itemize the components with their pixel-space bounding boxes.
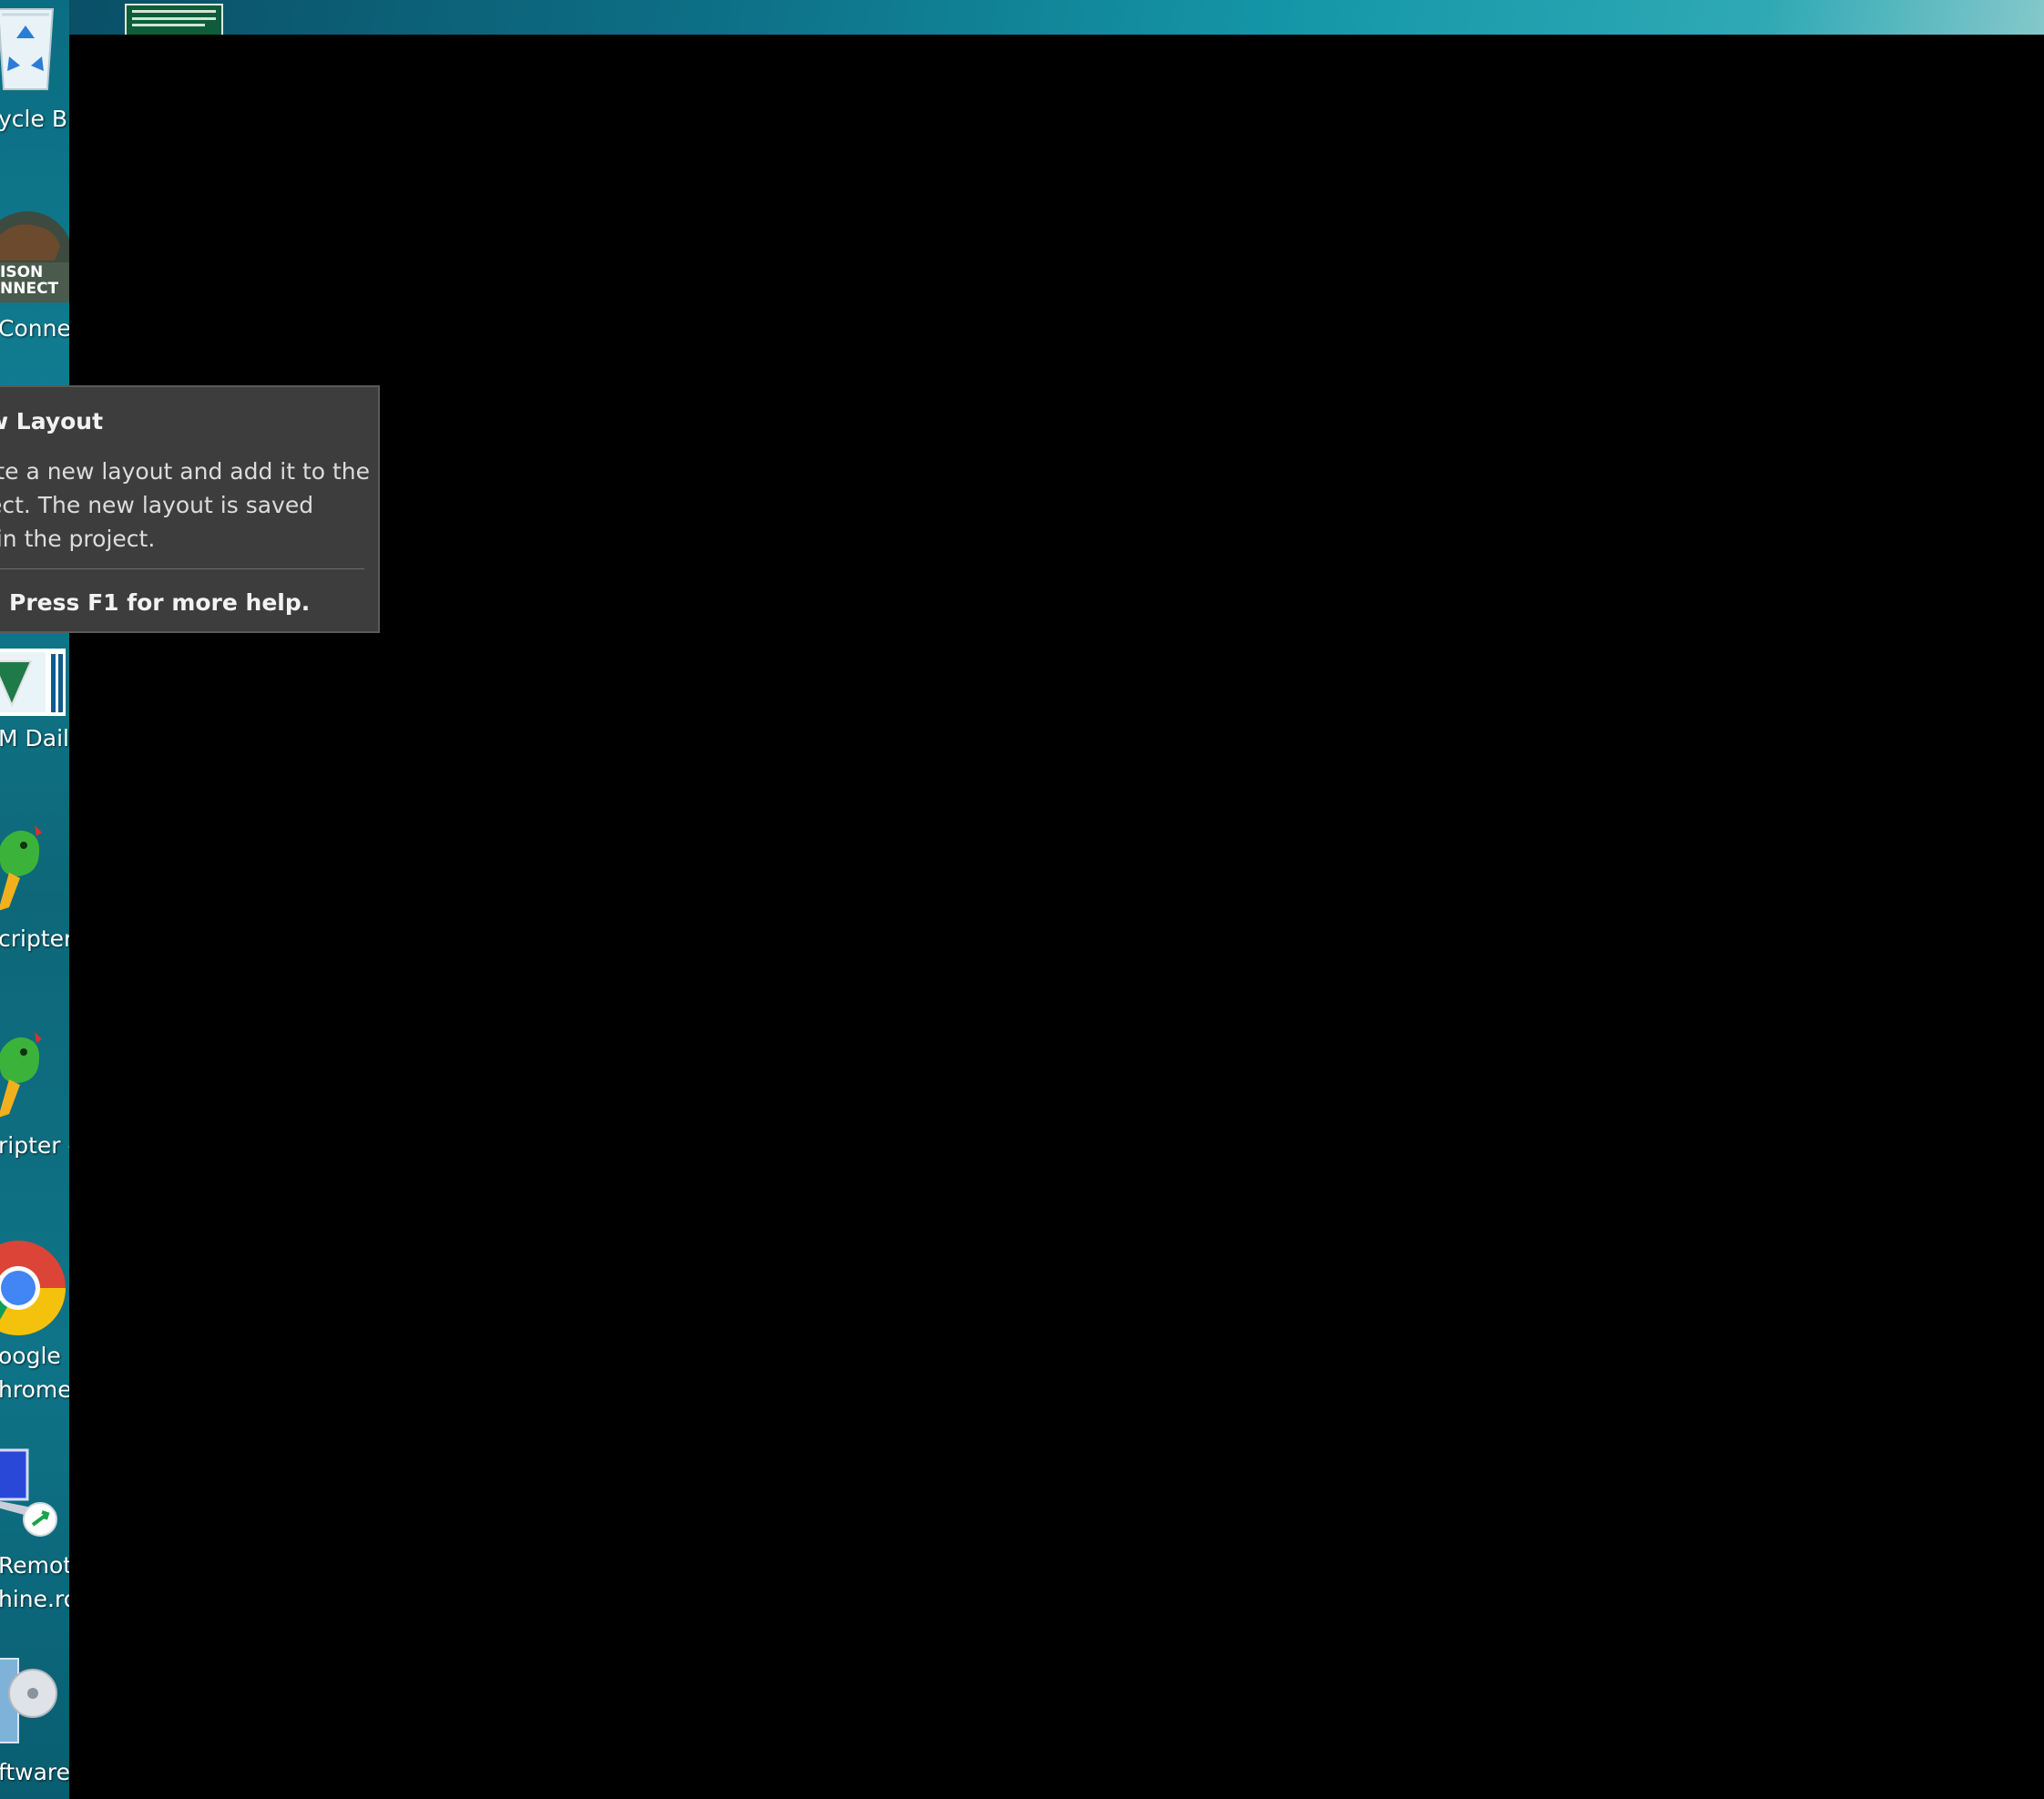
desktop-background: { "desktop": { "icons": [ {"name": "recy…	[0, 0, 2044, 1799]
bison-logo-text: NNECT	[0, 280, 59, 298]
tooltip-description: ate a new layout and add it to the ject.…	[0, 455, 373, 556]
desktop-icon-label: ripter -	[0, 1132, 69, 1159]
desktop-icon-label: Remote	[0, 1552, 69, 1579]
tooltip-title: w Layout	[0, 408, 104, 434]
desktop-icon-label: cripter	[0, 925, 69, 952]
desktop-icon-label: oogle	[0, 1343, 61, 1369]
desktop-icon-strip: ycle Bir ISON NNECT Conne	[0, 0, 69, 1799]
desktop-icon-label: Conne	[0, 315, 69, 342]
desktop-icon-label: ftware	[0, 1759, 69, 1785]
desktop-icon-label: ycle Bir	[0, 106, 69, 132]
scripter-icon	[0, 820, 69, 920]
tooltip-description-line: ject. The new layout is saved	[0, 492, 314, 518]
desktop-icon-label: hine.rd	[0, 1586, 69, 1612]
tooltip-divider	[0, 568, 364, 569]
remote-desktop-icon	[0, 1446, 69, 1547]
new-layout-tooltip: w Layout ate a new layout and add it to …	[0, 385, 380, 633]
chrome-icon	[0, 1237, 69, 1337]
recycle-bin-icon	[0, 0, 69, 100]
blm-header-logo	[125, 4, 223, 35]
application-window-blank[interactable]	[69, 35, 2044, 1799]
desktop-icon-label: hrome	[0, 1376, 69, 1403]
tooltip-description-line: ate a new layout and add it to the	[0, 458, 371, 485]
desktop-icon-label: M Daily	[0, 725, 69, 751]
tooltip-description-line: hin the project.	[0, 526, 156, 552]
bison-logo-text: ISON	[0, 263, 44, 281]
scripter-icon	[0, 1027, 69, 1127]
tooltip-help-text: Press F1 for more help.	[9, 589, 311, 616]
bison-connect-icon: ISON NNECT	[0, 210, 69, 310]
software-icon	[0, 1653, 69, 1753]
